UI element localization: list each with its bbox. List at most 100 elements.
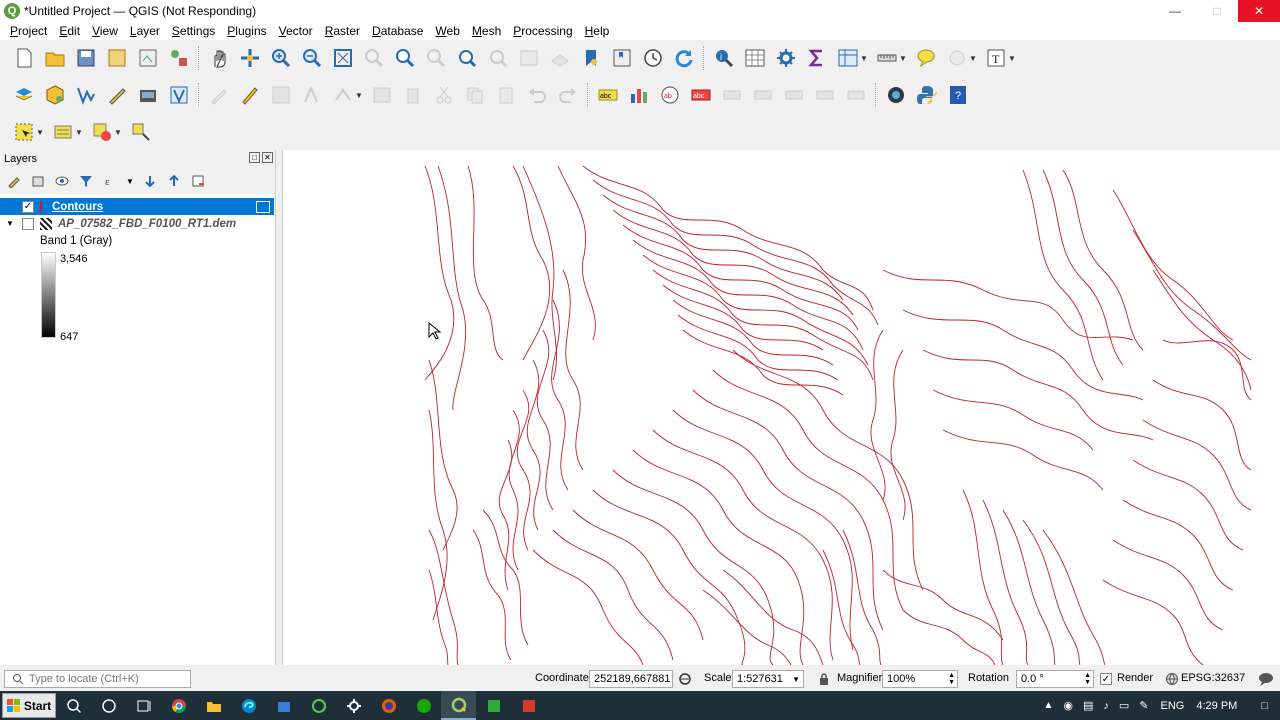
menu-database[interactable]: Database [366,24,429,38]
camtasia-green-icon[interactable] [476,691,511,720]
chevron-down-icon[interactable]: ▼ [792,675,800,684]
chevron-down-icon[interactable]: ▼ [1008,54,1016,63]
new-temporary-layer-icon[interactable] [105,83,129,107]
new-3d-view-icon[interactable] [548,46,572,70]
layer-styling-icon[interactable] [6,173,22,189]
map-tips-icon[interactable] [914,46,938,70]
spatial-bookmark-icon[interactable] [579,46,603,70]
rotate-label-icon[interactable] [782,83,806,107]
chevron-down-icon[interactable]: ▼ [969,54,977,63]
refresh-icon[interactable] [672,46,696,70]
chevron-down-icon[interactable]: ▼ [860,54,868,63]
cortana-icon[interactable] [91,691,126,720]
chevron-down-icon[interactable]: ▼ [75,128,83,137]
spin-buttons-icon[interactable]: ▲ ▼ [948,672,955,686]
camtasia-red-icon[interactable] [511,691,546,720]
task-view-icon[interactable] [126,691,161,720]
virtual-layer-icon[interactable] [167,83,191,107]
new-geopackage-icon[interactable] [43,83,67,107]
metasearch-icon[interactable] [884,83,908,107]
delete-selected-icon[interactable] [401,83,425,107]
edge-icon[interactable] [231,691,266,720]
save-as-icon[interactable] [105,46,129,70]
label-abc-icon[interactable]: abc [596,83,620,107]
text-annotation-icon[interactable]: T [984,46,1008,70]
pan-to-selection-icon[interactable] [238,46,262,70]
scale-field[interactable]: 1:527631 ▼ [732,670,804,688]
menu-edit[interactable]: Edit [53,24,86,38]
new-project-icon[interactable] [12,46,36,70]
layer-item-contours[interactable]: ✓ Contours [0,198,274,215]
change-label-icon[interactable] [813,83,837,107]
zoom-to-layer-icon[interactable] [393,46,417,70]
chevron-down-icon[interactable]: ▼ [126,173,134,189]
menu-raster[interactable]: Raster [319,24,366,38]
pan-map-icon[interactable] [207,46,231,70]
layer-visibility-checkbox[interactable] [22,217,34,230]
notifications-icon[interactable]: □ [1261,700,1268,712]
start-button[interactable]: Start [2,693,56,718]
undo-icon[interactable] [525,83,549,107]
layer-visibility-checkbox[interactable]: ✓ [22,200,34,213]
deselect-features-icon[interactable] [90,120,114,144]
map-canvas[interactable] [282,150,1280,665]
highlight-pinned-labels-icon[interactable]: ab [658,83,682,107]
save-project-icon[interactable] [74,46,98,70]
select-by-value-icon[interactable] [51,120,75,144]
label-properties-icon[interactable] [844,83,868,107]
meet-now-icon[interactable]: ◉ [1063,699,1073,712]
cut-features-icon[interactable] [432,83,456,107]
diagram-options-icon[interactable] [627,83,651,107]
zoom-out-icon[interactable] [300,46,324,70]
store-icon[interactable] [266,691,301,720]
move-label-icon[interactable] [751,83,775,107]
menu-help[interactable]: Help [579,24,616,38]
open-project-icon[interactable] [43,46,67,70]
render-checkbox[interactable]: ✓ [1100,673,1112,685]
crs-label[interactable]: EPSG:32637 [1181,672,1245,684]
zoom-to-selection-icon[interactable] [362,46,386,70]
collapse-all-icon[interactable] [166,173,182,189]
menu-processing[interactable]: Processing [507,24,578,38]
firefox-icon[interactable] [371,691,406,720]
settings-gear-icon[interactable] [336,691,371,720]
menu-project[interactable]: Project [4,24,53,38]
clock[interactable]: 4:29 PM [1196,700,1237,712]
qgis-taskbar-icon[interactable] [441,691,476,720]
expand-all-icon[interactable] [142,173,158,189]
magnifier-field[interactable]: 100% ▲ ▼ [882,670,958,688]
menu-mesh[interactable]: Mesh [466,24,507,38]
pin-labels-icon[interactable]: abc [689,83,713,107]
locator-search-input[interactable]: Type to locate (Ctrl+K) [4,670,191,688]
chevron-down-icon[interactable]: ▼ [114,128,122,137]
data-source-manager-icon[interactable] [12,83,36,107]
open-table-icon[interactable] [836,46,860,70]
help-icon[interactable]: ? [946,83,970,107]
float-panel-button[interactable]: □ [249,152,260,163]
toggle-editing-icon[interactable] [238,83,262,107]
processing-toolbox-icon[interactable] [774,46,798,70]
add-group-icon[interactable] [30,173,46,189]
chevron-down-icon[interactable]: ▼ [6,219,16,228]
minimize-button[interactable]: — [1154,0,1196,22]
battery-icon[interactable]: ▭ [1119,699,1129,712]
spin-buttons-icon[interactable]: ▲ ▼ [1084,672,1091,686]
layer-item-dem[interactable]: ▼ AP_07582_FBD_F0100_RT1.dem [0,215,236,232]
print-layout-icon[interactable] [136,46,160,70]
upwork-icon[interactable] [406,691,441,720]
rotation-field[interactable]: 0.0 ° ▲ ▼ [1016,670,1094,688]
select-features-icon[interactable] [12,120,36,144]
zoom-native-icon[interactable] [424,46,448,70]
menu-view[interactable]: View [86,24,124,38]
close-button[interactable]: ✕ [1238,0,1280,22]
show-bookmarks-icon[interactable] [610,46,634,70]
new-map-view-icon[interactable] [517,46,541,70]
pen-icon[interactable]: ✎ [1139,699,1148,712]
zoom-in-icon[interactable] [269,46,293,70]
coordinate-field[interactable]: 252189,667881 [589,670,673,688]
volume-icon[interactable]: ♪ [1103,700,1109,712]
crs-globe-icon[interactable] [1165,672,1179,686]
new-virtual-layer-icon[interactable] [136,83,160,107]
toggle-extents-icon[interactable] [678,672,692,686]
zoom-last-icon[interactable] [455,46,479,70]
